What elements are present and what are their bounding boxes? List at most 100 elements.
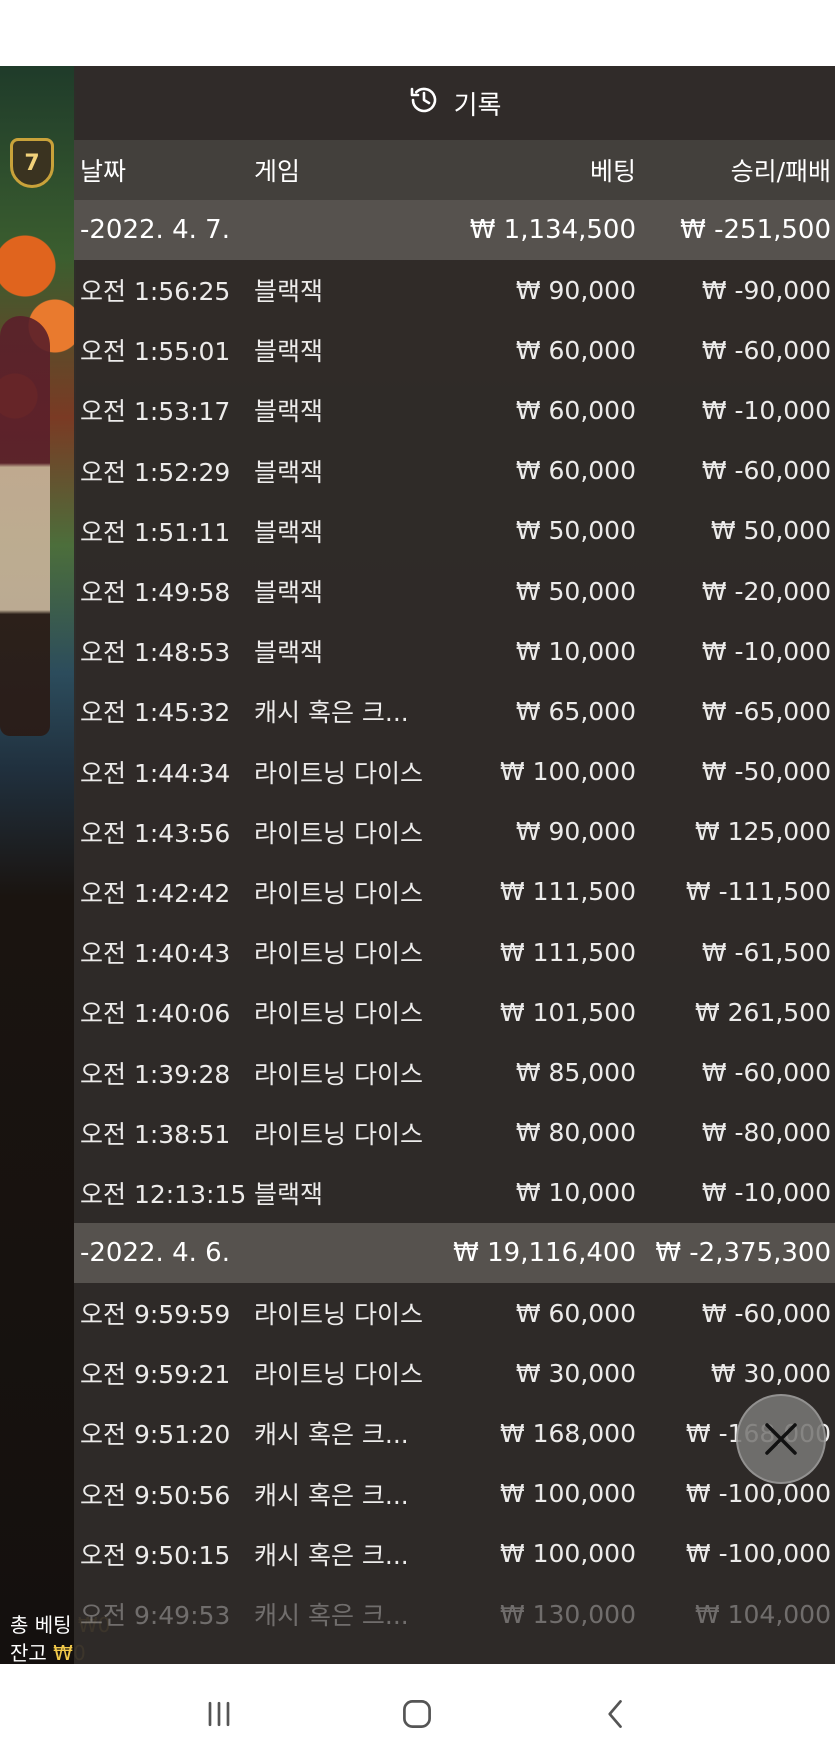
row-bet: ₩ 90,000 [515,817,636,847]
history-row[interactable]: 오전 9:59:21 라이트닝 다이스 ₩ 30,000 ₩ 30,000 [74,1343,835,1403]
row-time: 오전 9:49:53 [80,1601,231,1631]
history-row[interactable]: 오전 1:45:32 캐시 혹은 크... ₩ 65,000 ₩ -65,000 [74,681,835,741]
row-result: ₩ 50,000 [710,516,831,546]
column-header-game[interactable]: 게임 [254,152,446,188]
history-row[interactable]: 오전 9:50:56 캐시 혹은 크... ₩ 100,000 ₩ -100,000 [74,1464,835,1524]
row-result: ₩ -100,000 [685,1539,831,1569]
row-bet: ₩ 60,000 [515,395,636,425]
row-game: 라이트닝 다이스 [254,1119,423,1149]
panel-title: 기록 [453,90,502,121]
row-bet: ₩ 85,000 [515,1058,636,1088]
row-game: 캐시 혹은 크... [254,1480,409,1510]
close-icon [765,1423,797,1455]
recent-apps-icon[interactable] [199,1694,239,1734]
history-row[interactable]: 오전 1:56:25 블랙잭 ₩ 90,000 ₩ -90,000 [74,260,835,320]
group-date: -2022. 4. 7. [80,215,230,245]
row-time: 오전 9:50:15 [80,1540,231,1570]
row-game: 블랙잭 [254,277,324,307]
row-time: 오전 1:42:42 [80,878,231,908]
row-game: 라이트닝 다이스 [254,878,423,908]
row-time: 오전 1:45:32 [80,698,231,728]
history-row[interactable]: 오전 1:38:51 라이트닝 다이스 ₩ 80,000 ₩ -80,000 [74,1103,835,1163]
history-row[interactable]: 오전 9:59:59 라이트닝 다이스 ₩ 60,000 ₩ -60,000 [74,1283,835,1343]
row-time: 오전 9:59:21 [80,1360,231,1390]
history-row[interactable]: 오전 1:40:43 라이트닝 다이스 ₩ 111,500 ₩ -61,500 [74,922,835,982]
row-result: ₩ -60,000 [701,335,831,365]
history-row[interactable]: 오전 1:39:28 라이트닝 다이스 ₩ 85,000 ₩ -60,000 [74,1042,835,1102]
panel-header: 기록 [74,66,835,140]
row-time: 오전 1:52:29 [80,457,231,487]
row-game: 캐시 혹은 크... [254,1601,409,1631]
row-game: 캐시 혹은 크... [254,1420,409,1450]
row-time: 오전 1:48:53 [80,638,231,668]
row-game: 블랙잭 [254,578,324,608]
row-result: ₩ -10,000 [701,1178,831,1208]
column-header-row: 날짜 게임 베팅 승리/패배 [74,140,835,200]
row-bet: ₩ 30,000 [515,1358,636,1388]
row-game: 라이트닝 다이스 [254,939,423,969]
row-game: 라이트닝 다이스 [254,1059,423,1089]
group-bet-total: ₩ 19,116,400 [453,1238,636,1268]
row-result: ₩ -90,000 [701,275,831,305]
history-row[interactable]: 오전 1:49:58 블랙잭 ₩ 50,000 ₩ -20,000 [74,561,835,621]
history-row[interactable]: 오전 1:42:42 라이트닝 다이스 ₩ 111,500 ₩ -111,500 [74,862,835,922]
row-bet: ₩ 10,000 [515,1178,636,1208]
row-result: ₩ -61,500 [701,937,831,967]
history-row[interactable]: 오전 12:13:15 블랙잭 ₩ 10,000 ₩ -10,000 [74,1163,835,1223]
column-header-bet[interactable]: 베팅 [446,152,636,188]
row-time: 오전 1:49:58 [80,578,231,608]
history-row[interactable]: 오전 1:52:29 블랙잭 ₩ 60,000 ₩ -60,000 [74,441,835,501]
close-button[interactable] [736,1394,826,1484]
column-header-date[interactable]: 날짜 [74,152,254,188]
row-bet: ₩ 100,000 [499,1539,636,1569]
history-row[interactable]: 오전 1:55:01 블랙잭 ₩ 60,000 ₩ -60,000 [74,320,835,380]
date-group-row[interactable]: -2022. 4. 7. ₩ 1,134,500 ₩ -251,500 [74,200,835,260]
back-icon[interactable] [596,1694,636,1734]
row-time: 오전 1:51:11 [80,517,231,547]
row-time: 오전 1:43:56 [80,818,231,848]
history-row[interactable]: 오전 9:49:53 캐시 혹은 크... ₩ 130,000 ₩ 104,000 [74,1584,835,1644]
row-bet: ₩ 65,000 [515,696,636,726]
row-time: 오전 1:40:06 [80,999,231,1029]
history-row[interactable]: 오전 9:50:15 캐시 혹은 크... ₩ 100,000 ₩ -100,000 [74,1524,835,1584]
row-result: ₩ -60,000 [701,1058,831,1088]
row-bet: ₩ 100,000 [499,1479,636,1509]
history-row[interactable]: 오전 9:51:20캐시 혹은 크...₩ 168,000₩ -168,000 [74,1403,835,1463]
row-bet: ₩ 80,000 [515,1118,636,1148]
home-icon[interactable] [397,1694,437,1734]
history-row[interactable]: 오전 1:43:56 라이트닝 다이스 ₩ 90,000 ₩ 125,000 [74,802,835,862]
row-bet: ₩ 111,500 [499,937,636,967]
history-panel: 기록 날짜 게임 베팅 승리/패배 -2022. 4. 7. ₩ 1,134,50… [74,66,835,1664]
row-result: ₩ -20,000 [701,576,831,606]
row-result: ₩ 30,000 [710,1358,831,1388]
row-bet: ₩ 50,000 [515,516,636,546]
history-list[interactable]: -2022. 4. 7. ₩ 1,134,500 ₩ -251,500 오전 1:56… [74,200,835,1644]
row-result: ₩ -65,000 [701,696,831,726]
history-row[interactable]: 오전 1:51:11 블랙잭 ₩ 50,000 ₩ 50,000 [74,501,835,561]
column-header-result[interactable]: 승리/패배 [636,152,835,188]
row-bet: ₩ 10,000 [515,636,636,666]
row-time: 오전 9:59:59 [80,1300,231,1330]
row-result: ₩ 104,000 [694,1599,831,1629]
date-group-row[interactable]: -2022. 4. 6. ₩ 19,116,400 ₩ -2,375,300 [74,1223,835,1283]
row-bet: ₩ 60,000 [515,335,636,365]
row-bet: ₩ 90,000 [515,275,636,305]
level-badge[interactable]: 7 [10,138,54,188]
group-bet-total: ₩ 1,134,500 [469,215,636,245]
row-result: ₩ 261,500 [694,997,831,1027]
balance-label: 잔고 [10,1641,47,1664]
history-row[interactable]: 오전 1:44:34 라이트닝 다이스 ₩ 100,000 ₩ -50,000 [74,742,835,802]
row-game: 블랙잭 [254,457,324,487]
history-row[interactable]: 오전 1:53:17 블랙잭 ₩ 60,000 ₩ -10,000 [74,380,835,440]
group-date: -2022. 4. 6. [80,1238,230,1268]
group-result-total: ₩ -251,500 [680,215,831,245]
row-time: 오전 1:53:17 [80,397,231,427]
row-game: 라이트닝 다이스 [254,758,423,788]
total-bet-label: 총 베팅 [10,1613,72,1637]
row-bet: ₩ 60,000 [515,456,636,486]
status-bar [0,0,835,66]
row-time: 오전 1:38:51 [80,1119,231,1149]
row-result: ₩ -111,500 [685,877,831,907]
history-row[interactable]: 오전 1:40:06 라이트닝 다이스 ₩ 101,500 ₩ 261,500 [74,982,835,1042]
history-row[interactable]: 오전 1:48:53 블랙잭 ₩ 10,000 ₩ -10,000 [74,621,835,681]
